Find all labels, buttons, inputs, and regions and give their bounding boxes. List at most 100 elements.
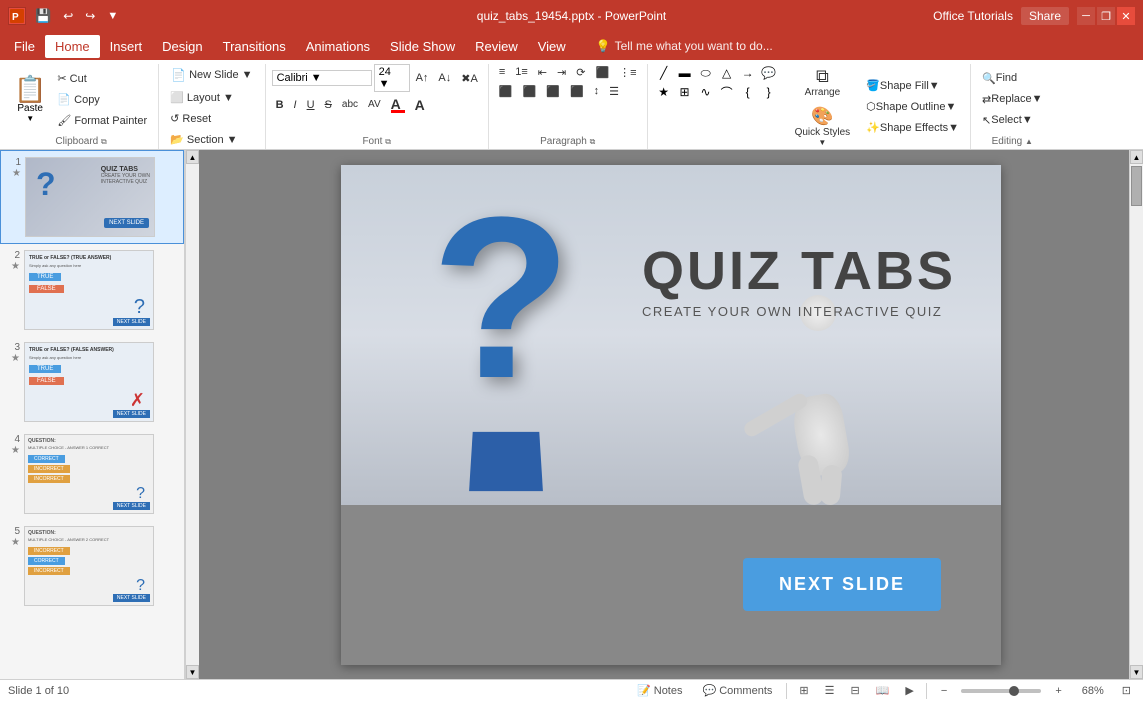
slides-scroll-up[interactable]: ▲ bbox=[186, 150, 199, 164]
arrange-button[interactable]: ⧉ Arrange bbox=[788, 63, 858, 101]
slide-thumb-5[interactable]: 5 ★ QUESTION: MULTIPLE CHOICE - ANSWER 2… bbox=[0, 520, 184, 612]
shape-effects-button[interactable]: ✨ Shape Effects ▼ bbox=[861, 118, 964, 137]
justify-button[interactable]: ⬛ bbox=[566, 83, 588, 100]
format-painter-button[interactable]: 🖌 Format Painter bbox=[52, 111, 152, 130]
text-highlight-button[interactable]: A bbox=[411, 95, 429, 115]
brace-button[interactable]: } bbox=[759, 83, 779, 101]
normal-view-button[interactable]: ⊞ bbox=[795, 682, 812, 699]
callout-shape-button[interactable]: 💬 bbox=[759, 64, 779, 82]
reading-view-button[interactable]: 📖 bbox=[872, 682, 894, 699]
freeform-button[interactable]: { bbox=[738, 83, 758, 101]
fit-to-window-button[interactable]: ⊡ bbox=[1118, 682, 1135, 699]
numbering-button[interactable]: 1≡ bbox=[511, 64, 532, 81]
find-button[interactable]: 🔍 Find bbox=[977, 69, 1047, 88]
shadow-button[interactable]: abc bbox=[338, 97, 362, 112]
slide-thumb-4[interactable]: 4 ★ QUESTION: MULTIPLE CHOICE - ANSWER 1… bbox=[0, 428, 184, 520]
zoom-thumb[interactable] bbox=[1009, 686, 1019, 696]
close-button[interactable]: ✕ bbox=[1117, 7, 1135, 25]
paste-button[interactable]: 📋 Paste ▼ bbox=[10, 73, 50, 126]
char-spacing-button[interactable]: AV bbox=[364, 97, 385, 112]
font-color-button[interactable]: A bbox=[387, 94, 409, 115]
bullets-button[interactable]: ≡ bbox=[495, 64, 509, 81]
increase-indent-button[interactable]: ⇥ bbox=[553, 64, 570, 81]
triangle-shape-button[interactable]: △ bbox=[717, 64, 737, 82]
canvas-scroll-track[interactable] bbox=[1130, 208, 1143, 665]
align-right-button[interactable]: ⬛ bbox=[542, 83, 564, 100]
tell-me-box[interactable]: 💡 Tell me what you want to do... bbox=[596, 39, 773, 53]
canvas-scroll-up[interactable]: ▲ bbox=[1130, 150, 1143, 164]
menu-transitions[interactable]: Transitions bbox=[213, 35, 296, 58]
new-slide-button[interactable]: 📄 New Slide ▼ bbox=[165, 64, 258, 86]
clear-format-button[interactable]: ✖A bbox=[457, 70, 482, 87]
font-expand[interactable]: ⧉ bbox=[385, 137, 391, 146]
select-button[interactable]: ↖ Select ▼ bbox=[977, 111, 1047, 130]
line-shape-button[interactable]: ╱ bbox=[654, 64, 674, 82]
connector-button[interactable]: ⌒ bbox=[717, 83, 737, 101]
notes-button[interactable]: 📝 Notes bbox=[631, 683, 688, 698]
menu-home[interactable]: Home bbox=[45, 35, 100, 58]
font-decrease-button[interactable]: A↓ bbox=[434, 70, 455, 86]
font-increase-button[interactable]: A↑ bbox=[412, 70, 433, 86]
menu-design[interactable]: Design bbox=[152, 35, 212, 58]
paragraph-expand[interactable]: ⧉ bbox=[590, 137, 596, 146]
canvas-scroll-thumb[interactable] bbox=[1131, 166, 1142, 206]
curve-shape-button[interactable]: ∿ bbox=[696, 83, 716, 101]
slide-thumb-2[interactable]: 2 ★ TRUE or FALSE? (TRUE ANSWER) Simply … bbox=[0, 244, 184, 336]
zoom-level[interactable]: 68% bbox=[1076, 684, 1110, 698]
outline-view-button[interactable]: ☰ bbox=[821, 682, 839, 699]
font-size-selector[interactable]: 24 ▼ bbox=[374, 64, 410, 92]
text-shadow-para-button[interactable]: ☰ bbox=[605, 83, 623, 100]
arrow-shape-button[interactable]: → bbox=[738, 64, 758, 82]
slides-scroll-track[interactable] bbox=[186, 164, 199, 665]
zoom-out-button[interactable]: − bbox=[935, 684, 953, 698]
zoom-in-button[interactable]: + bbox=[1049, 684, 1067, 698]
restore-button[interactable]: ❐ bbox=[1097, 7, 1115, 25]
col-button[interactable]: ⋮≡ bbox=[615, 64, 640, 81]
strikethrough-button[interactable]: S bbox=[321, 97, 336, 113]
replace-button[interactable]: ⇄ Replace ▼ bbox=[977, 90, 1047, 109]
next-slide-button[interactable]: NEXT SLIDE bbox=[743, 558, 941, 611]
reset-button[interactable]: ↺ Reset bbox=[165, 109, 216, 128]
comments-button[interactable]: 💬 Comments bbox=[697, 683, 779, 698]
cut-button[interactable]: ✂ Cut bbox=[52, 69, 152, 88]
menu-review[interactable]: Review bbox=[465, 35, 528, 58]
align-center-button[interactable]: ⬛ bbox=[519, 83, 541, 100]
slide-thumb-3[interactable]: 3 ★ TRUE or FALSE? (FALSE ANSWER) Simply… bbox=[0, 336, 184, 428]
more-shapes-button[interactable]: ⊞ bbox=[675, 83, 695, 101]
menu-file[interactable]: File bbox=[4, 35, 45, 58]
bold-button[interactable]: B bbox=[272, 97, 288, 113]
slide-sorter-button[interactable]: ⊟ bbox=[846, 682, 863, 699]
underline-button[interactable]: U bbox=[303, 97, 319, 113]
ellipse-shape-button[interactable]: ⬭ bbox=[696, 64, 716, 82]
italic-button[interactable]: I bbox=[290, 97, 301, 113]
slide-canvas[interactable]: ? QUIZ TABS CREATE YOUR OWN bbox=[341, 165, 1001, 665]
quick-access-save[interactable]: 💾 bbox=[32, 6, 54, 26]
minimize-button[interactable]: ─ bbox=[1077, 7, 1095, 25]
font-name-selector[interactable]: Calibri ▼ bbox=[272, 70, 372, 86]
slides-scroll-down[interactable]: ▼ bbox=[186, 665, 199, 679]
quick-access-customize[interactable]: ▼ bbox=[104, 8, 121, 24]
decrease-indent-button[interactable]: ⇤ bbox=[534, 64, 551, 81]
shape-outline-button[interactable]: ⬡ Shape Outline ▼ bbox=[861, 97, 964, 116]
slideshow-button[interactable]: ▶ bbox=[901, 682, 917, 699]
clipboard-expand[interactable]: ⧉ bbox=[101, 137, 107, 146]
menu-view[interactable]: View bbox=[528, 35, 576, 58]
quick-styles-button[interactable]: 🎨 Quick Styles ▼ bbox=[788, 103, 858, 150]
share-button[interactable]: Share bbox=[1021, 7, 1069, 25]
editing-expand[interactable]: ▲ bbox=[1025, 137, 1033, 146]
rect-shape-button[interactable]: ▬ bbox=[675, 64, 695, 82]
quick-access-undo[interactable]: ↩ bbox=[60, 7, 76, 25]
line-spacing-button[interactable]: ↕ bbox=[590, 83, 604, 100]
align-left-button[interactable]: ⬛ bbox=[495, 83, 517, 100]
menu-insert[interactable]: Insert bbox=[100, 35, 153, 58]
layout-button[interactable]: ⬜ Layout ▼ bbox=[165, 88, 239, 107]
section-button[interactable]: 📂 Section ▼ bbox=[165, 130, 242, 149]
office-tutorials-link[interactable]: Office Tutorials bbox=[933, 9, 1013, 23]
shape-fill-button[interactable]: 🪣 Shape Fill ▼ bbox=[861, 76, 964, 95]
zoom-slider[interactable] bbox=[961, 689, 1041, 693]
star-shape-button[interactable]: ★ bbox=[654, 83, 674, 101]
copy-button[interactable]: 📄 Copy bbox=[52, 90, 152, 109]
quick-access-redo[interactable]: ↪ bbox=[82, 7, 98, 25]
text-direction-button[interactable]: ⟳ bbox=[572, 64, 589, 81]
menu-animations[interactable]: Animations bbox=[296, 35, 380, 58]
